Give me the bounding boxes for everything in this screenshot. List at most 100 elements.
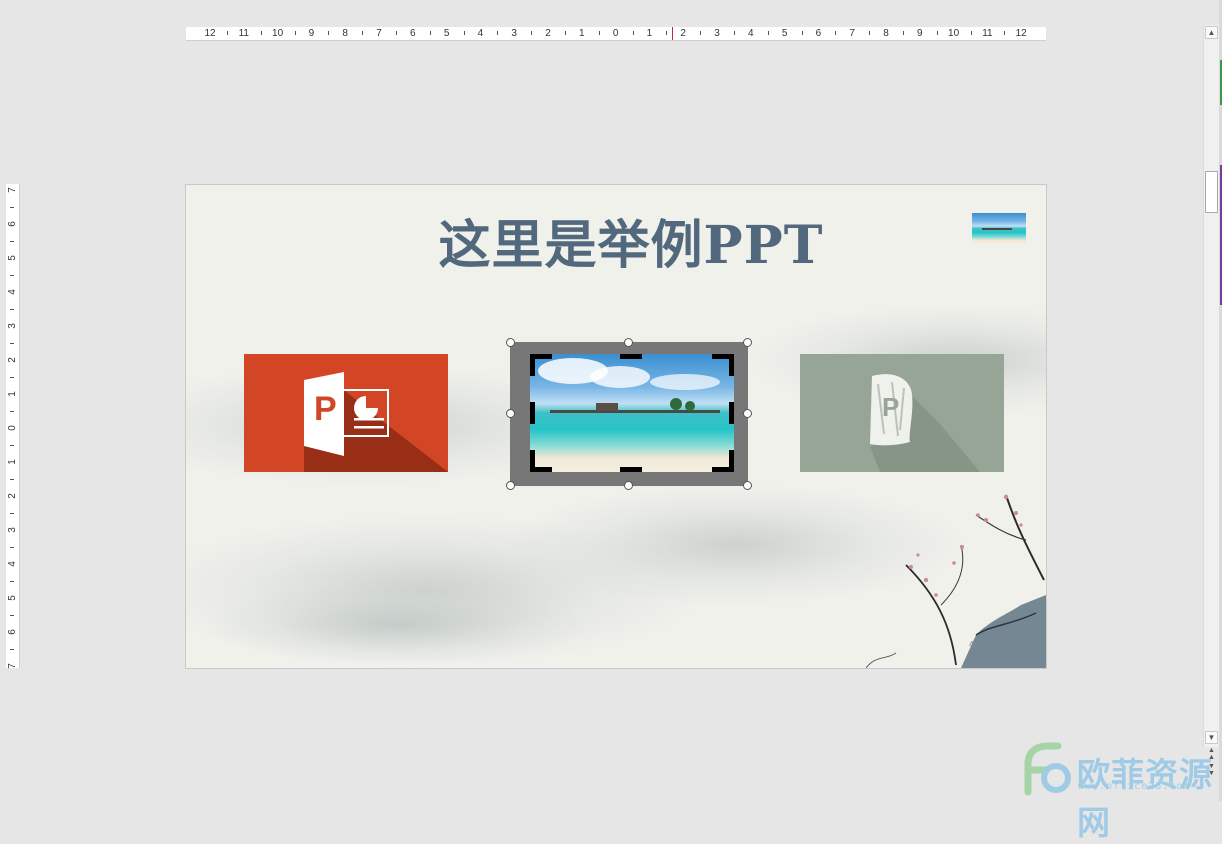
- ruler-label: 1: [646, 28, 653, 39]
- powerpoint-letter: P: [314, 390, 337, 428]
- page-number: 4: [969, 640, 974, 649]
- ruler-label: 2: [545, 28, 551, 39]
- resize-handle-bottom[interactable]: [624, 481, 633, 490]
- ruler-tick: [767, 31, 769, 35]
- ruler-label: 6: [815, 28, 822, 39]
- ruler-label: 3: [511, 28, 517, 39]
- crop-handle-bottom-left[interactable]: [530, 450, 535, 472]
- ruler-label: 1: [579, 28, 585, 39]
- ruler-tick: [733, 31, 735, 35]
- ruler-tick: [10, 343, 14, 344]
- washout-logo-image[interactable]: P: [800, 354, 1004, 472]
- ruler-label: 3: [7, 323, 18, 329]
- resize-handle-bottom-left[interactable]: [506, 481, 515, 490]
- crop-handle-right[interactable]: [729, 402, 734, 424]
- watermark-logo-icon: [1024, 742, 1071, 796]
- crop-handle-top-right[interactable]: [729, 354, 734, 376]
- ruler-tick: [902, 31, 904, 35]
- resize-handle-left[interactable]: [506, 409, 515, 418]
- ruler-label: 11: [238, 28, 249, 39]
- crop-handle-left[interactable]: [530, 402, 535, 424]
- ruler-tick: [362, 31, 364, 35]
- ruler-tick: [10, 377, 14, 378]
- ruler-label: 6: [7, 221, 18, 227]
- ruler-label: 7: [376, 28, 382, 39]
- ruler-label: 8: [883, 28, 889, 39]
- ruler-tick: [666, 31, 668, 35]
- small-beach-image[interactable]: [972, 213, 1026, 244]
- crop-handle-bottom[interactable]: [620, 467, 642, 472]
- ruler-tick: [395, 31, 397, 35]
- ruler-tick: [632, 31, 634, 35]
- ruler-tick: [10, 445, 14, 446]
- ruler-tick: [835, 31, 837, 35]
- ruler-tick: [598, 31, 600, 35]
- crop-selection[interactable]: [506, 338, 752, 490]
- ruler-tick: [801, 31, 803, 35]
- scrollbar-thumb[interactable]: [1205, 171, 1218, 213]
- crop-handle-top-left[interactable]: [530, 354, 535, 376]
- ruler-label: 4: [477, 28, 484, 39]
- ruler-tick: [294, 31, 296, 35]
- ruler-tick: [10, 513, 14, 514]
- ruler-label: 1: [7, 459, 18, 465]
- ruler-tick: [10, 547, 14, 548]
- ruler-tick: [10, 241, 14, 242]
- slide-title[interactable]: 这里是举例PPT: [186, 203, 1046, 278]
- ruler-tick: [10, 207, 14, 208]
- ruler-tick: [10, 581, 14, 582]
- ruler-label: 6: [7, 629, 18, 635]
- ruler-tick: [497, 31, 499, 35]
- ruler-tick: [10, 309, 14, 310]
- washout-letter: P: [882, 392, 900, 422]
- ruler-tick: [531, 31, 533, 35]
- beach-image[interactable]: [530, 354, 734, 472]
- ruler-label: 6: [410, 28, 416, 39]
- ruler-label: 3: [714, 28, 720, 39]
- ruler-tick: [869, 31, 871, 35]
- horizontal-ruler[interactable]: 12 11 10 9 8 7 6 5 4 3 2 1 0 1 2 3 4 5 6 7 8 9 10 11 12: [186, 27, 1046, 41]
- ruler-label: 5: [443, 28, 450, 39]
- scroll-down-button[interactable]: ▼: [1205, 731, 1218, 744]
- washout-powerpoint-icon: [870, 374, 980, 472]
- ruler-tick: [1004, 31, 1006, 35]
- vertical-scrollbar[interactable]: ▲ ▼ ▲ ▲ ▼ ▼: [1203, 25, 1219, 777]
- vertical-ruler[interactable]: 7 6 5 4 3 2 1 0 1 2 3 4 5 6 7: [6, 184, 20, 669]
- ruler-label: 1: [7, 391, 18, 397]
- ruler-tick: [970, 31, 972, 35]
- ruler-label: 9: [308, 28, 315, 39]
- ruler-label: 9: [917, 28, 923, 39]
- ruler-label: 5: [781, 28, 788, 39]
- resize-handle-bottom-right[interactable]: [743, 481, 752, 490]
- ruler-label: 4: [748, 28, 754, 39]
- ruler-label: 11: [982, 28, 993, 39]
- ruler-label: 4: [7, 289, 18, 295]
- crop-handle-bottom-right[interactable]: [729, 450, 734, 472]
- watermark-url: www.office26.com: [1078, 781, 1191, 792]
- ruler-label: 10: [948, 28, 960, 39]
- ruler-label: 10: [272, 28, 284, 39]
- ruler-label: 5: [7, 595, 18, 601]
- ruler-label: 0: [612, 28, 619, 39]
- crop-handle-top[interactable]: [620, 354, 642, 359]
- ruler-tick: [10, 615, 14, 616]
- ruler-label: 8: [342, 28, 348, 39]
- resize-handle-right[interactable]: [743, 409, 752, 418]
- mist-shape: [206, 585, 586, 665]
- ruler-label: 7: [849, 28, 855, 39]
- powerpoint-logo-image[interactable]: P: [244, 354, 448, 472]
- ruler-label: 12: [204, 28, 216, 39]
- ruler-label: 12: [1015, 28, 1027, 39]
- ruler-label: 0: [7, 425, 18, 431]
- resize-handle-top-right[interactable]: [743, 338, 752, 347]
- powerpoint-icon: [304, 372, 448, 472]
- ruler-tick: [260, 31, 262, 35]
- ruler-label: 5: [7, 255, 18, 261]
- ruler-label: 2: [680, 28, 686, 39]
- ruler-tick: [226, 31, 228, 35]
- resize-handle-top-left[interactable]: [506, 338, 515, 347]
- resize-handle-top[interactable]: [624, 338, 633, 347]
- ruler-label: 3: [7, 527, 18, 533]
- scroll-up-button[interactable]: ▲: [1205, 26, 1218, 39]
- ruler-tick: [10, 275, 14, 276]
